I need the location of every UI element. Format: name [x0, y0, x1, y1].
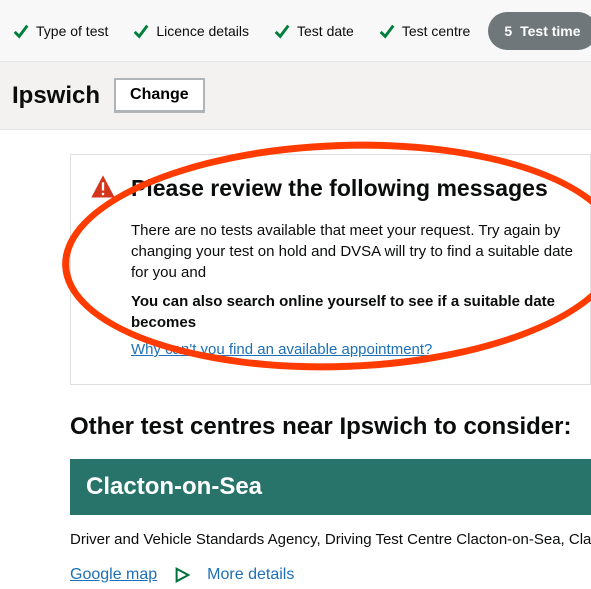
more-details-link[interactable]: More details — [207, 566, 294, 584]
step-label: Test time — [520, 23, 580, 39]
step-type-of-test[interactable]: Type of test — [0, 0, 120, 61]
step-label: Licence details — [156, 23, 249, 39]
check-icon — [132, 22, 150, 40]
centre-links: Google map More details — [70, 566, 591, 584]
alert-body-1: There are no tests available that meet y… — [131, 220, 578, 283]
location-name: Ipswich — [12, 82, 100, 110]
check-icon — [12, 22, 30, 40]
alert-help-link[interactable]: Why can't you find an available appointm… — [131, 341, 432, 358]
step-test-time[interactable]: 5 Test time — [488, 12, 591, 50]
step-number: 5 — [504, 23, 512, 39]
other-centres-section: Other test centres near Ipswich to consi… — [70, 413, 591, 584]
alert-heading: Please review the following messages — [131, 175, 578, 202]
alert-box: Please review the following messages The… — [70, 154, 591, 385]
content-area: Please review the following messages The… — [0, 154, 591, 584]
step-label: Test centre — [402, 23, 470, 39]
alert-region: Please review the following messages The… — [70, 154, 591, 385]
step-test-date[interactable]: Test date — [261, 0, 366, 61]
other-centres-heading: Other test centres near Ipswich to consi… — [70, 413, 591, 441]
step-label: Type of test — [36, 23, 108, 39]
check-icon — [273, 22, 291, 40]
step-licence-details[interactable]: Licence details — [120, 0, 261, 61]
check-icon — [378, 22, 396, 40]
alert-body-2: You can also search online yourself to s… — [131, 291, 578, 333]
progress-stepper: Type of test Licence details Test date T… — [0, 0, 591, 62]
step-label: Test date — [297, 23, 354, 39]
google-map-link[interactable]: Google map — [70, 566, 157, 584]
play-triangle-icon — [173, 566, 191, 584]
centre-address: Driver and Vehicle Standards Agency, Dri… — [70, 531, 591, 548]
warning-triangle-icon — [89, 173, 117, 201]
step-test-centre[interactable]: Test centre — [366, 0, 482, 61]
location-bar: Ipswich Change — [0, 62, 591, 130]
centre-name-header: Clacton-on-Sea — [70, 459, 591, 515]
change-button[interactable]: Change — [114, 78, 205, 113]
